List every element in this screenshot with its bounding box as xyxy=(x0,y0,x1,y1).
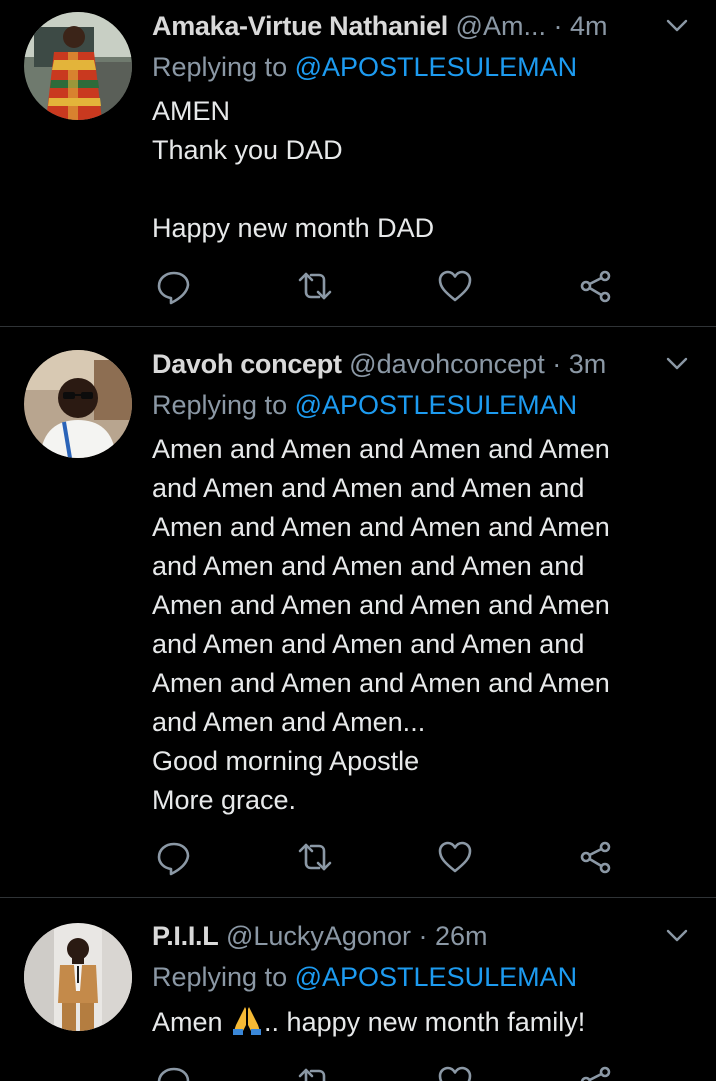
avatar-image xyxy=(24,923,132,1031)
share-icon[interactable] xyxy=(576,837,616,877)
timestamp[interactable]: 4m xyxy=(570,11,608,41)
tweet-text-line: Amen and Amen and Amen and Amen xyxy=(152,668,610,698)
tweet-header: P.I.I.L @LuckyAgonor · 26m xyxy=(152,918,692,954)
replying-to: Replying to @APOSTLESULEMAN xyxy=(152,387,577,423)
tweet-text-line: and Amen and Amen and Amen and xyxy=(152,551,585,581)
user-handle[interactable]: @LuckyAgonor xyxy=(226,921,411,951)
avatar-image xyxy=(24,350,132,458)
tweet-text-line: Amen and Amen and Amen and Amen xyxy=(152,434,610,464)
tweet-text: Amen and Amen and Amen and Amen and Amen… xyxy=(152,430,682,820)
tweet-text-segment: Amen xyxy=(152,1007,231,1037)
separator-dot: · xyxy=(418,921,428,951)
retweet-icon[interactable] xyxy=(295,1062,335,1081)
timestamp[interactable]: 3m xyxy=(569,349,607,379)
tweet-text-line: and Amen and Amen and Amen and xyxy=(152,473,585,503)
reply-icon[interactable] xyxy=(154,837,194,877)
reply-icon[interactable] xyxy=(154,1062,194,1081)
reply-icon[interactable] xyxy=(154,266,194,306)
tweet-text-line: and Amen and Amen and Amen and xyxy=(152,629,585,659)
like-icon[interactable] xyxy=(435,266,475,306)
tweet-header: Davoh concept @davohconcept · 3m xyxy=(152,346,692,382)
tweet-text-line: and Amen and Amen... xyxy=(152,707,426,737)
mention-link[interactable]: @APOSTLESULEMAN xyxy=(295,390,578,420)
like-icon[interactable] xyxy=(435,1062,475,1081)
tweet[interactable]: P.I.I.L @LuckyAgonor · 26m Replying to @… xyxy=(0,898,716,1081)
replying-to: Replying to @APOSTLESULEMAN xyxy=(152,959,577,995)
like-icon[interactable] xyxy=(435,837,475,877)
separator-dot: · xyxy=(552,349,562,379)
tweet-actions xyxy=(152,1062,632,1081)
tweet-text-line: Amen and Amen and Amen and Amen xyxy=(152,512,610,542)
timestamp[interactable]: 26m xyxy=(435,921,488,951)
avatar[interactable] xyxy=(24,350,132,458)
separator-dot: · xyxy=(553,11,563,41)
tweet-text: Amen .. happy new month family! xyxy=(152,1003,682,1042)
retweet-icon[interactable] xyxy=(295,837,335,877)
tweet-text-line: More grace. xyxy=(152,785,297,815)
replying-to: Replying to @APOSTLESULEMAN xyxy=(152,49,577,85)
tweet-feed: Amaka-Virtue Nathaniel @Am... · 4m Reply… xyxy=(0,0,716,1081)
retweet-icon[interactable] xyxy=(295,266,335,306)
avatar[interactable] xyxy=(24,923,132,1031)
avatar-image xyxy=(24,12,132,120)
display-name[interactable]: Davoh concept xyxy=(152,349,342,379)
tweet-text: AMEN Thank you DAD Happy new month DAD xyxy=(152,92,682,248)
display-name[interactable]: P.I.I.L xyxy=(152,921,219,951)
display-name[interactable]: Amaka-Virtue Nathaniel xyxy=(152,11,448,41)
folded-hands-emoji xyxy=(230,1005,264,1035)
tweet-text-line: Thank you DAD xyxy=(152,135,343,165)
mention-link[interactable]: @APOSTLESULEMAN xyxy=(295,962,578,992)
tweet-actions xyxy=(152,837,632,877)
tweet[interactable]: Amaka-Virtue Nathaniel @Am... · 4m Reply… xyxy=(0,0,716,326)
tweet-text-line: AMEN xyxy=(152,96,231,126)
replying-prefix: Replying to xyxy=(152,390,288,420)
tweet-text-line: Good morning Apostle xyxy=(152,746,420,776)
more-chevron-icon[interactable] xyxy=(662,10,692,40)
more-chevron-icon[interactable] xyxy=(662,920,692,950)
replying-prefix: Replying to xyxy=(152,52,288,82)
tweet-text-line: Amen .. happy new month family! xyxy=(152,1003,682,1042)
share-icon[interactable] xyxy=(576,1062,616,1081)
replying-prefix: Replying to xyxy=(152,962,288,992)
mention-link[interactable]: @APOSTLESULEMAN xyxy=(295,52,578,82)
tweet-actions xyxy=(152,266,632,306)
more-chevron-icon[interactable] xyxy=(662,348,692,378)
user-handle[interactable]: @davohconcept xyxy=(349,349,545,379)
tweet-header: Amaka-Virtue Nathaniel @Am... · 4m xyxy=(152,8,692,44)
tweet[interactable]: Davoh concept @davohconcept · 3m Replyin… xyxy=(0,327,716,897)
user-handle[interactable]: @Am... xyxy=(456,11,546,41)
avatar[interactable] xyxy=(24,12,132,120)
tweet-text-line: Amen and Amen and Amen and Amen xyxy=(152,590,610,620)
tweet-text-line: Happy new month DAD xyxy=(152,213,435,243)
share-icon[interactable] xyxy=(576,266,616,306)
tweet-text-segment: .. happy new month family! xyxy=(264,1007,586,1037)
tweet-text-line xyxy=(152,170,682,209)
